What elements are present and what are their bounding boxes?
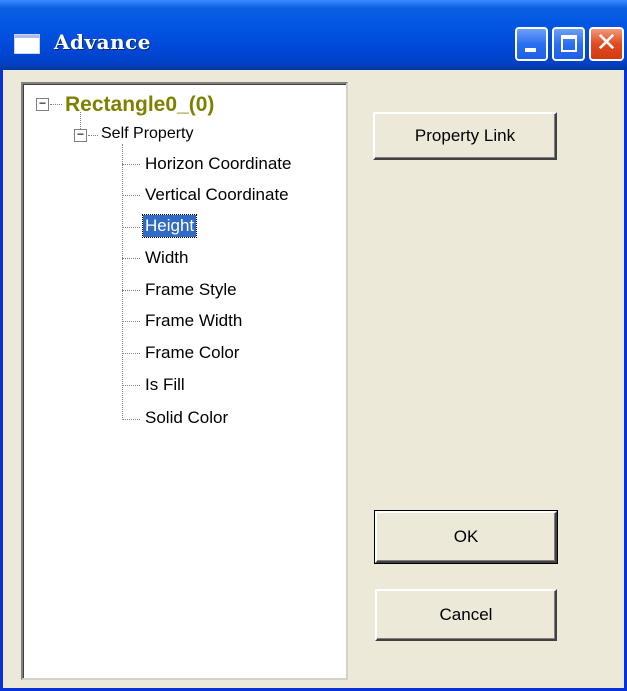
tree-root-node[interactable]: Rectangle0_(0) xyxy=(65,93,214,117)
tree-leaf-width[interactable]: Width xyxy=(143,247,190,269)
tree-leaf-height[interactable]: Height xyxy=(141,214,198,238)
ok-button[interactable]: OK xyxy=(374,510,558,564)
tree-leaf-is-fill[interactable]: Is Fill xyxy=(143,374,187,396)
tree-connector xyxy=(122,290,140,291)
window-title: Advance xyxy=(54,30,152,54)
tree-connector xyxy=(88,135,98,136)
close-icon: ✕ xyxy=(595,28,618,58)
tree-leaf-horizon-coordinate[interactable]: Horizon Coordinate xyxy=(143,153,293,175)
tree-leaf-vertical-coordinate[interactable]: Vertical Coordinate xyxy=(143,184,291,206)
cancel-button[interactable]: Cancel xyxy=(375,589,557,641)
maximize-icon xyxy=(561,35,577,52)
property-link-button[interactable]: Property Link xyxy=(373,112,557,160)
minimize-icon xyxy=(525,48,536,52)
tree-leaf-frame-style[interactable]: Frame Style xyxy=(143,279,239,301)
tree-connector xyxy=(122,419,140,420)
maximize-button[interactable] xyxy=(552,27,585,61)
tree-connector xyxy=(122,164,140,165)
tree-leaf-frame-color[interactable]: Frame Color xyxy=(143,342,241,364)
tree-connector xyxy=(122,385,140,386)
property-tree[interactable]: − Rectangle0_(0) − Self Property Horizon… xyxy=(21,82,348,680)
tree-connector xyxy=(122,144,123,420)
advance-dialog: Advance ✕ − Rectangle0_(0) − Self Proper… xyxy=(0,0,627,691)
tree-connector xyxy=(50,104,62,105)
window-icon xyxy=(14,34,40,54)
tree-connector xyxy=(122,195,140,196)
tree-leaf-frame-width[interactable]: Frame Width xyxy=(143,310,244,332)
minimize-button[interactable] xyxy=(515,27,548,61)
tree-node-self-property[interactable]: Self Property xyxy=(101,125,193,143)
tree-connector xyxy=(122,258,140,259)
tree-connector xyxy=(122,321,140,322)
close-button[interactable]: ✕ xyxy=(589,27,624,61)
tree-connector xyxy=(122,227,140,228)
child-collapse-icon[interactable]: − xyxy=(74,128,87,142)
tree-connector xyxy=(122,353,140,354)
title-bar[interactable]: Advance ✕ xyxy=(0,0,627,70)
tree-leaf-solid-color[interactable]: Solid Color xyxy=(143,407,230,429)
root-collapse-icon[interactable]: − xyxy=(36,97,49,111)
